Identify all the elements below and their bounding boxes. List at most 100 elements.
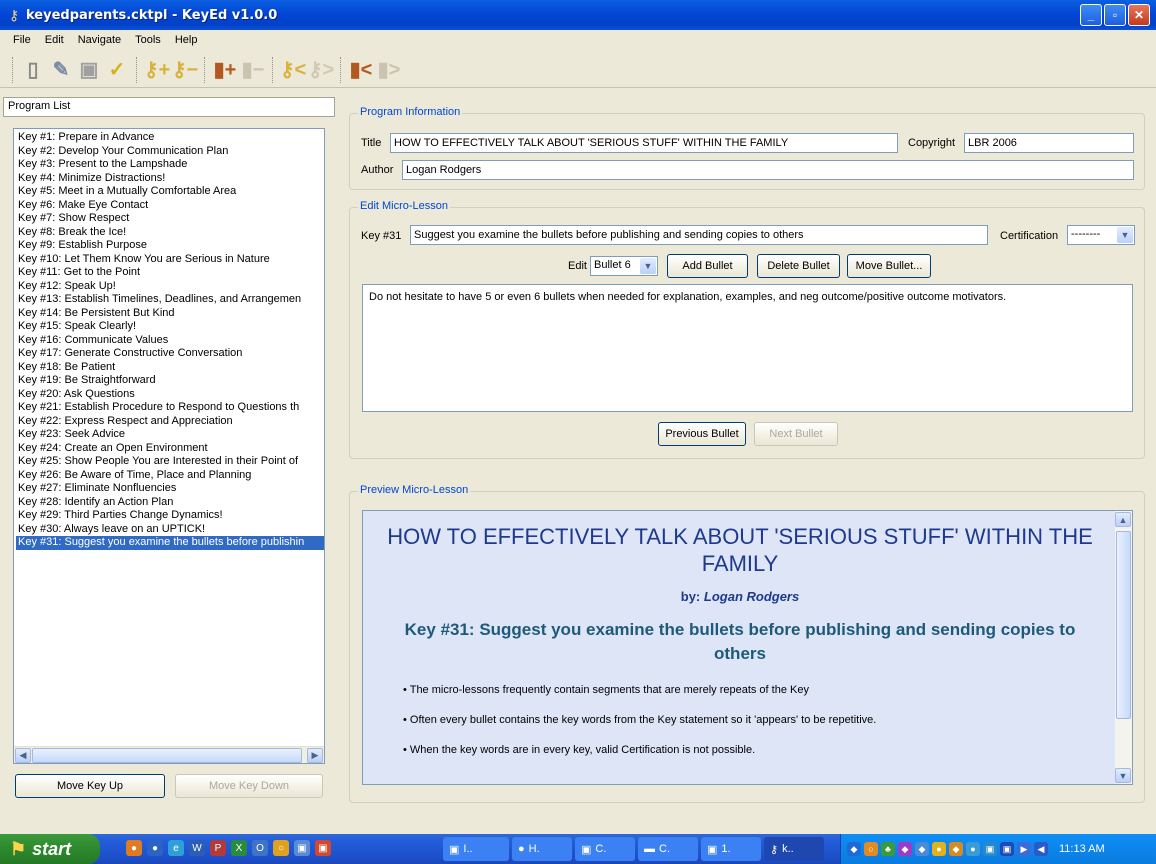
chevron-down-icon[interactable]: ▼	[1117, 227, 1133, 243]
menu-navigate[interactable]: Navigate	[71, 34, 128, 46]
title-input[interactable]: HOW TO EFFECTIVELY TALK ABOUT 'SERIOUS S…	[390, 133, 898, 153]
list-item[interactable]: Key #19: Be Straightforward	[16, 374, 324, 388]
task-button-keyed[interactable]: ⚷ k..	[764, 837, 824, 861]
task-button[interactable]: ▣ C.	[575, 837, 635, 861]
horizontal-scrollbar[interactable]: ◀ ▶	[14, 746, 324, 763]
vertical-scrollbar[interactable]: ▲ ▼	[1115, 511, 1132, 784]
copyright-input[interactable]: LBR 2006	[964, 133, 1134, 153]
browser-icon[interactable]: ●	[147, 840, 163, 856]
author-input[interactable]: Logan Rodgers	[402, 160, 1134, 180]
list-item[interactable]: Key #9: Establish Purpose	[16, 239, 324, 253]
firefox-icon[interactable]: ●	[126, 840, 142, 856]
move-key-down-button[interactable]: Move Key Down	[175, 774, 323, 798]
word-icon[interactable]: W	[189, 840, 205, 856]
remove-key-icon[interactable]: ⚷−	[172, 56, 198, 84]
key-statement-input[interactable]: Suggest you examine the bullets before p…	[410, 225, 988, 245]
list-item[interactable]: Key #29: Third Parties Change Dynamics!	[16, 509, 324, 523]
tray-icon[interactable]: ●	[966, 842, 980, 856]
volume-icon[interactable]: ◀	[1034, 842, 1048, 856]
add-key-icon[interactable]: ⚷+	[144, 56, 170, 84]
task-button[interactable]: ▬ C.	[638, 837, 698, 861]
scrollbar-thumb[interactable]	[1116, 531, 1131, 719]
close-button[interactable]: ✕	[1128, 4, 1150, 26]
open-pencil-icon[interactable]: ✎	[48, 56, 74, 84]
bullet-text-area[interactable]: Do not hesitate to have 5 or even 6 bull…	[362, 284, 1133, 412]
add-bullet-icon[interactable]: ▮+	[212, 56, 238, 84]
list-item[interactable]: Key #1: Prepare in Advance	[16, 131, 324, 145]
list-item[interactable]: Key #30: Always leave on an UPTICK!	[16, 523, 324, 537]
previous-bullet-button[interactable]: Previous Bullet	[658, 422, 746, 446]
tray-icon[interactable]: ◆	[915, 842, 929, 856]
list-item[interactable]: Key #5: Meet in a Mutually Comfortable A…	[16, 185, 324, 199]
scroll-left-arrow-icon[interactable]: ◀	[15, 748, 31, 763]
powerpoint-icon[interactable]: P	[210, 840, 226, 856]
list-item[interactable]: Key #6: Make Eye Contact	[16, 199, 324, 213]
app-icon[interactable]: ▣	[294, 840, 310, 856]
menu-file[interactable]: File	[6, 34, 38, 46]
last-bullet-icon[interactable]: ▮>	[376, 56, 402, 84]
list-item[interactable]: Key #22: Express Respect and Appreciatio…	[16, 415, 324, 429]
tray-icon[interactable]: ◆	[847, 842, 861, 856]
minimize-button[interactable]: _	[1080, 4, 1102, 26]
scroll-up-arrow-icon[interactable]: ▲	[1115, 512, 1131, 527]
list-item[interactable]: Key #17: Generate Constructive Conversat…	[16, 347, 324, 361]
tray-icon[interactable]: ●	[932, 842, 946, 856]
save-icon[interactable]: ▣	[76, 56, 102, 84]
start-button[interactable]: ⚑ start	[0, 834, 100, 864]
internet-explorer-icon[interactable]: e	[168, 840, 184, 856]
certification-select[interactable]: -------- ▼	[1067, 225, 1135, 245]
list-item[interactable]: Key #26: Be Aware of Time, Place and Pla…	[16, 469, 324, 483]
validate-check-icon[interactable]: ✓	[104, 56, 130, 84]
list-item[interactable]: Key #28: Identify an Action Plan	[16, 496, 324, 510]
tray-icon[interactable]: ○	[864, 842, 878, 856]
app-icon[interactable]: ○	[273, 840, 289, 856]
tray-icon[interactable]: ◆	[949, 842, 963, 856]
tray-icon[interactable]: ♣	[881, 842, 895, 856]
maximize-button[interactable]: ▫	[1104, 4, 1126, 26]
list-item[interactable]: Key #14: Be Persistent But Kind	[16, 307, 324, 321]
chevron-down-icon[interactable]: ▼	[640, 258, 656, 274]
list-item[interactable]: Key #13: Establish Timelines, Deadlines,…	[16, 293, 324, 307]
next-key-icon[interactable]: ⚷>	[308, 56, 334, 84]
list-item[interactable]: Key #12: Speak Up!	[16, 280, 324, 294]
list-item[interactable]: Key #4: Minimize Distractions!	[16, 172, 324, 186]
app-icon[interactable]: ▣	[315, 840, 331, 856]
list-item[interactable]: Key #23: Seek Advice	[16, 428, 324, 442]
list-item[interactable]: Key #27: Eliminate Nonfluencies	[16, 482, 324, 496]
task-button[interactable]: ● H.	[512, 837, 572, 861]
menu-tools[interactable]: Tools	[128, 34, 168, 46]
list-item[interactable]: Key #18: Be Patient	[16, 361, 324, 375]
list-item[interactable]: Key #31: Suggest you examine the bullets…	[16, 536, 324, 550]
tray-icon[interactable]: ▣	[1000, 842, 1014, 856]
list-item[interactable]: Key #21: Establish Procedure to Respond …	[16, 401, 324, 415]
task-button[interactable]: ▣ I..	[443, 837, 509, 861]
add-bullet-button[interactable]: Add Bullet	[667, 254, 748, 278]
tray-icon[interactable]: ▶	[1017, 842, 1031, 856]
tray-icon[interactable]: ◆	[898, 842, 912, 856]
bullet-select[interactable]: Bullet 6 ▼	[590, 256, 658, 276]
remove-bullet-icon[interactable]: ▮−	[240, 56, 266, 84]
outlook-icon[interactable]: O	[252, 840, 268, 856]
title-bar[interactable]: ⚷ keyedparents.cktpl - KeyEd v1.0.0 _ ▫ …	[0, 0, 1156, 30]
first-bullet-icon[interactable]: ▮<	[348, 56, 374, 84]
list-item[interactable]: Key #15: Speak Clearly!	[16, 320, 324, 334]
list-item[interactable]: Key #25: Show People You are Interested …	[16, 455, 324, 469]
scroll-right-arrow-icon[interactable]: ▶	[307, 748, 323, 763]
list-item[interactable]: Key #20: Ask Questions	[16, 388, 324, 402]
list-item[interactable]: Key #2: Develop Your Communication Plan	[16, 145, 324, 159]
new-document-icon[interactable]: ▯	[20, 56, 46, 84]
move-bullet-button[interactable]: Move Bullet...	[847, 254, 931, 278]
menu-help[interactable]: Help	[168, 34, 205, 46]
list-item[interactable]: Key #8: Break the Ice!	[16, 226, 324, 240]
delete-bullet-button[interactable]: Delete Bullet	[757, 254, 840, 278]
tray-icon[interactable]: ▣	[983, 842, 997, 856]
list-item[interactable]: Key #16: Communicate Values	[16, 334, 324, 348]
list-item[interactable]: Key #10: Let Them Know You are Serious i…	[16, 253, 324, 267]
list-item[interactable]: Key #11: Get to the Point	[16, 266, 324, 280]
task-button[interactable]: ▣ 1.	[701, 837, 761, 861]
menu-edit[interactable]: Edit	[38, 34, 71, 46]
excel-icon[interactable]: X	[231, 840, 247, 856]
next-bullet-button[interactable]: Next Bullet	[754, 422, 838, 446]
preview-pane[interactable]: HOW TO EFFECTIVELY TALK ABOUT 'SERIOUS S…	[362, 510, 1133, 785]
previous-key-icon[interactable]: ⚷<	[280, 56, 306, 84]
